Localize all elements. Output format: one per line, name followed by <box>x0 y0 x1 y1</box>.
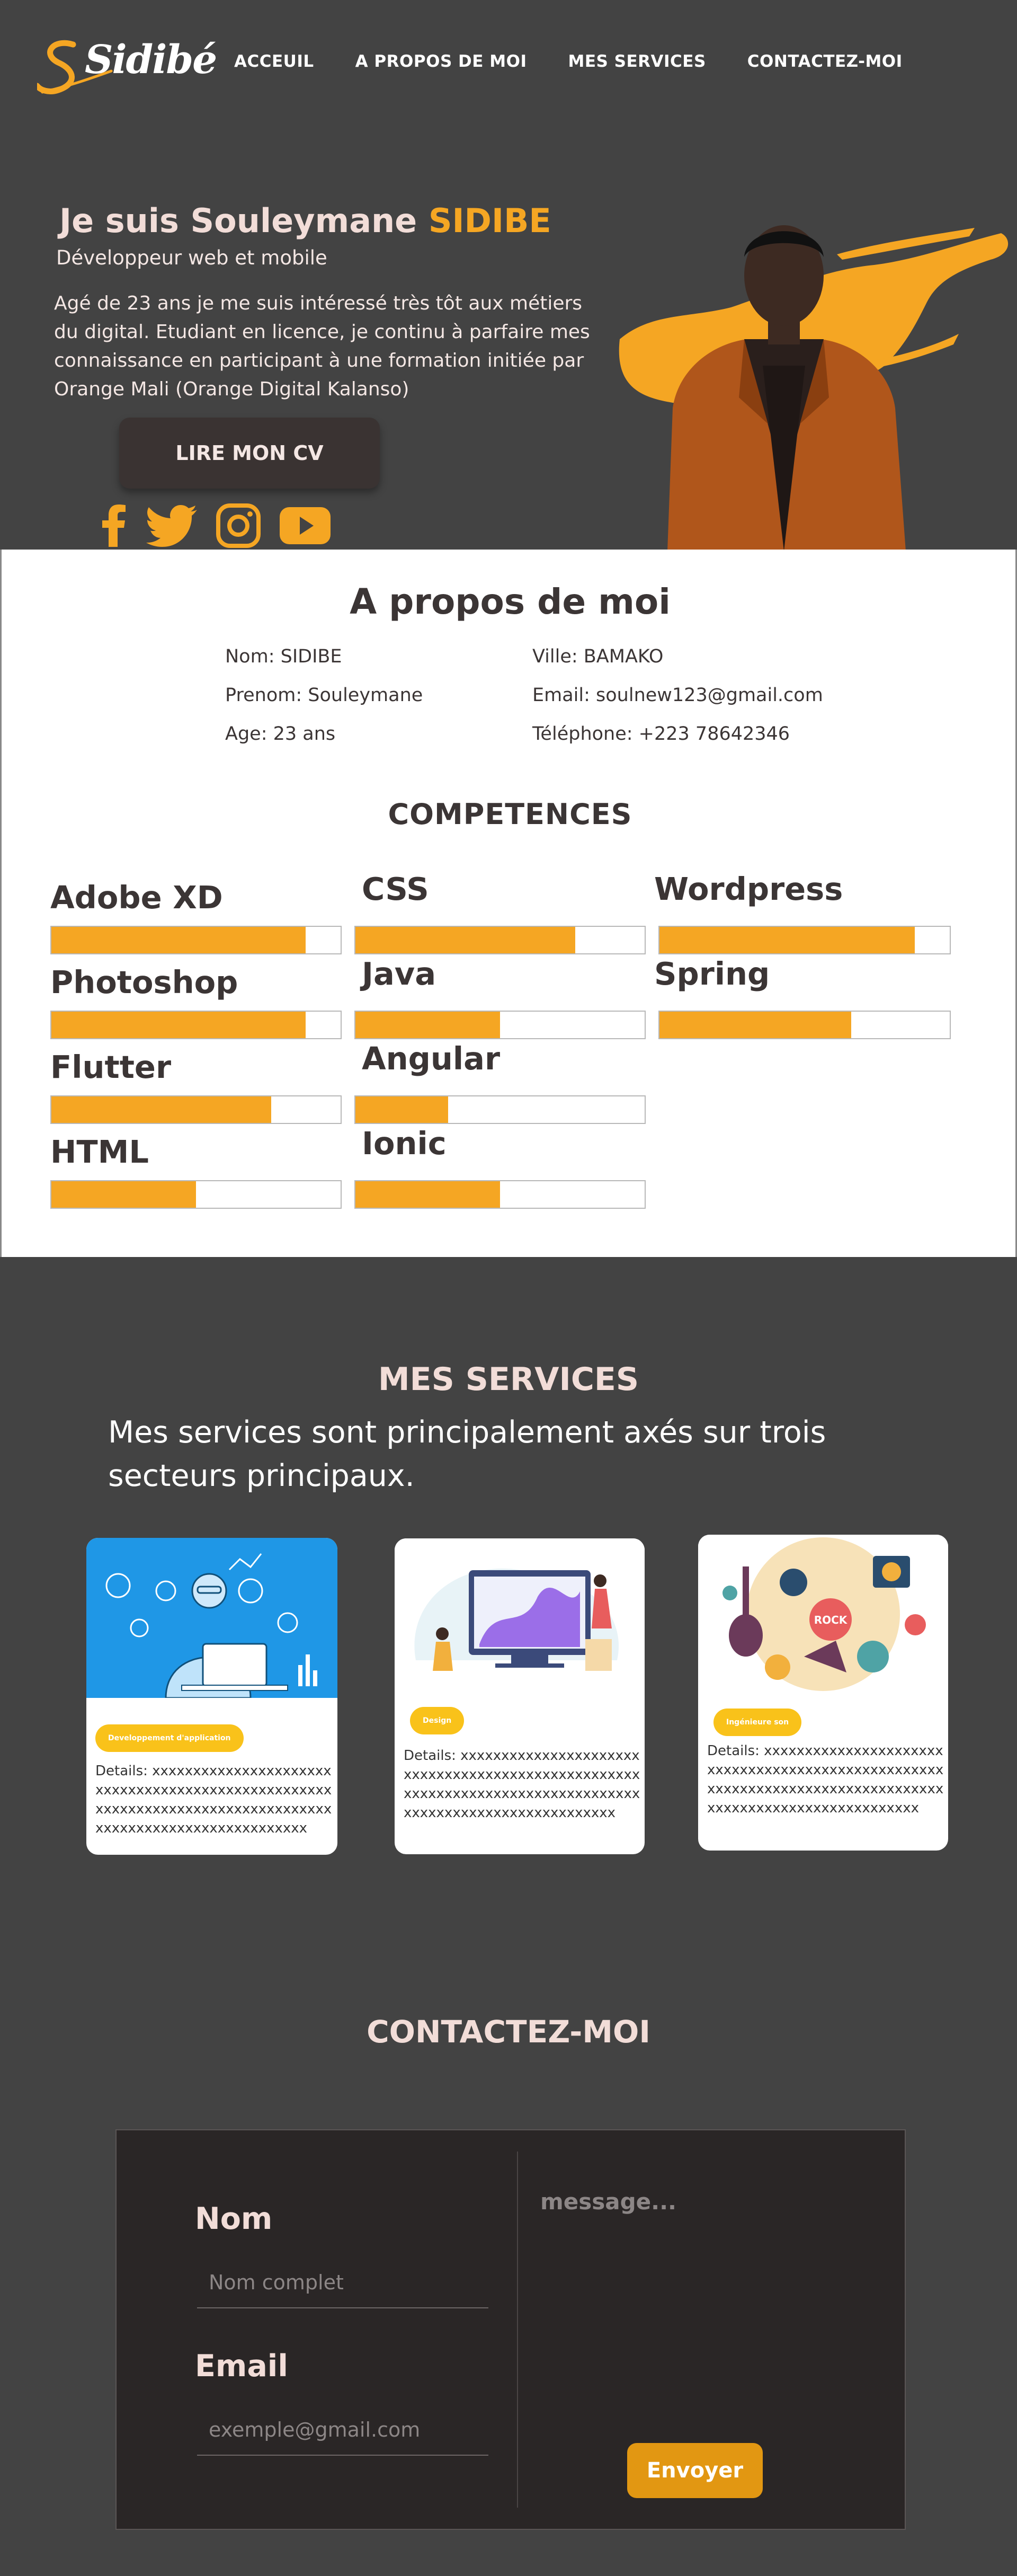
social-links <box>101 503 350 548</box>
service-card-sound[interactable]: ROCK Ingénieure son Details: xxxxxxxxxxx… <box>698 1535 948 1851</box>
name-input[interactable] <box>197 2258 488 2308</box>
skill-bar-java <box>354 1011 646 1039</box>
service-card-design[interactable]: Design Details: xxxxxxxxxxxxxxxxxxxxxxxx… <box>395 1538 645 1854</box>
skill-label-css: CSS <box>362 871 429 907</box>
skill-bar-flutter <box>50 1095 342 1124</box>
skill-bar-adobe-xd <box>50 926 342 954</box>
skill-bar-spring <box>658 1011 951 1039</box>
name-label: Nom <box>195 2201 273 2236</box>
service-badge: Developpement d'application <box>95 1724 244 1752</box>
skill-bar-angular <box>354 1095 646 1124</box>
skill-bar-css <box>354 926 646 954</box>
service-details: Details: xxxxxxxxxxxxxxxxxxxxxxxxxxxxxxx… <box>404 1748 640 1821</box>
top-navbar: Sidibé ACCEUIL A PROPOS DE MOI MES SERVI… <box>0 0 1017 132</box>
nav-menu: ACCEUIL A PROPOS DE MOI MES SERVICES CON… <box>234 52 944 71</box>
skill-label-spring: Spring <box>654 955 770 992</box>
email-label: Email <box>195 2349 288 2384</box>
service-badge: Design <box>410 1707 465 1734</box>
twitter-icon[interactable] <box>146 504 197 547</box>
hero-description: Agé de 23 ans je me suis intéressé très … <box>54 293 590 400</box>
skill-label-java: Java <box>362 955 436 992</box>
skill-bar-photoshop <box>50 1011 342 1039</box>
skill-fill <box>355 1012 500 1038</box>
profile-portrait <box>619 225 1009 550</box>
nav-item-a-propos[interactable]: A PROPOS DE MOI <box>355 52 527 71</box>
contact-title: CONTACTEZ-MOI <box>367 2014 650 2050</box>
info-prenom: Prenom: Souleymane <box>225 685 423 706</box>
skill-label-wordpress: Wordpress <box>654 871 843 907</box>
hero-title-highlight: SIDIBE <box>428 201 551 240</box>
service-badge: Ingénieure son <box>713 1709 802 1736</box>
services-title: MES SERVICES <box>378 1361 639 1398</box>
skill-label-html: HTML <box>50 1134 149 1170</box>
music-illustration: ROCK <box>698 1535 948 1693</box>
skill-label-photoshop: Photoshop <box>50 964 238 1001</box>
contact-form: Nom Email Envoyer <box>115 2129 906 2530</box>
about-title: A propos de moi <box>350 581 671 622</box>
info-nom: Nom: SIDIBE <box>225 646 342 667</box>
skill-fill <box>51 927 306 953</box>
skill-bar-ionic <box>354 1180 646 1209</box>
developer-illustration <box>86 1538 337 1698</box>
skill-fill <box>51 1012 306 1038</box>
svg-text:ROCK: ROCK <box>814 1614 848 1626</box>
brand-logo[interactable]: Sidibé <box>34 33 217 102</box>
about-section: A propos de moi Nom: SIDIBE Prenom: Soul… <box>0 550 1017 1257</box>
skill-bar-html <box>50 1180 342 1209</box>
skill-label-flutter: Flutter <box>50 1049 172 1085</box>
services-intro: Mes services sont principalement axés su… <box>108 1415 826 1493</box>
form-divider <box>517 2152 518 2508</box>
skill-label-ionic: Ionic <box>362 1125 447 1162</box>
skill-fill <box>659 927 915 953</box>
message-input[interactable] <box>540 2189 879 2411</box>
info-email: Email: soulnew123@gmail.com <box>532 685 823 706</box>
instagram-icon[interactable] <box>216 503 261 548</box>
skill-fill <box>659 1012 851 1038</box>
skill-label-angular: Angular <box>362 1040 501 1077</box>
youtube-icon[interactable] <box>280 507 331 544</box>
skill-fill <box>51 1096 271 1123</box>
info-telephone: Téléphone: +223 78642346 <box>532 723 790 745</box>
skill-fill <box>355 1181 500 1208</box>
design-illustration <box>395 1538 645 1695</box>
nav-item-services[interactable]: MES SERVICES <box>568 52 706 71</box>
skill-fill <box>355 1096 448 1123</box>
service-card-development[interactable]: Developpement d'application Details: xxx… <box>86 1538 337 1855</box>
service-details: Details: xxxxxxxxxxxxxxxxxxxxxxxxxxxxxxx… <box>95 1763 332 1836</box>
service-details: Details: xxxxxxxxxxxxxxxxxxxxxxxxxxxxxxx… <box>707 1743 944 1816</box>
competences-title: COMPETENCES <box>388 798 632 831</box>
skill-bar-wordpress <box>658 926 951 954</box>
skill-label-adobe-xd: Adobe XD <box>50 879 223 916</box>
facebook-icon[interactable] <box>101 504 127 547</box>
hero-subtitle: Développeur web et mobile <box>56 246 327 269</box>
info-ville: Ville: BAMAKO <box>532 646 664 667</box>
read-cv-button[interactable]: LIRE MON CV <box>119 418 380 489</box>
skill-fill <box>51 1181 196 1208</box>
nav-item-accueil[interactable]: ACCEUIL <box>234 52 314 71</box>
hero-section: Je suis Souleymane SIDIBE Développeur we… <box>0 132 1017 550</box>
hero-title: Je suis Souleymane SIDIBE <box>59 201 551 240</box>
nav-item-contact[interactable]: CONTACTEZ-MOI <box>747 52 903 71</box>
email-input[interactable] <box>197 2405 488 2456</box>
info-age: Age: 23 ans <box>225 723 336 745</box>
hero-title-prefix: Je suis Souleymane <box>59 201 429 240</box>
send-button[interactable]: Envoyer <box>627 2443 763 2498</box>
skill-fill <box>355 927 575 953</box>
brand-name: Sidibé <box>85 37 217 83</box>
